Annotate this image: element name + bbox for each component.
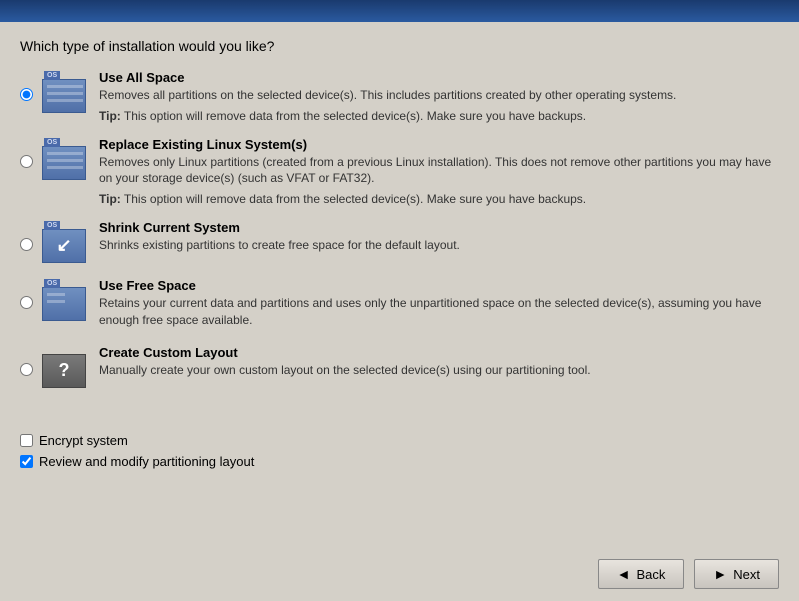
review-layout-label: Review and modify partitioning layout (39, 454, 254, 469)
radio-use-all-space[interactable] (20, 88, 33, 101)
next-label: Next (733, 567, 760, 582)
back-label: Back (637, 567, 666, 582)
option-title-shrink-current: Shrink Current System (99, 220, 779, 235)
review-layout-checkbox[interactable] (20, 455, 33, 468)
option-text-shrink-current: Shrink Current System Shrinks existing p… (99, 220, 779, 258)
radio-use-free-space[interactable] (20, 296, 33, 309)
top-bar (0, 0, 799, 22)
next-button[interactable]: ► Next (694, 559, 779, 589)
icon-use-all-space: OS (41, 70, 87, 116)
option-text-use-free-space: Use Free Space Retains your current data… (99, 278, 779, 333)
option-desc-create-custom: Manually create your own custom layout o… (99, 362, 779, 379)
option-use-all-space[interactable]: OS Use All Space Removes all partitions … (20, 70, 779, 125)
back-button[interactable]: ◄ Back (598, 559, 685, 589)
main-content: Which type of installation would you lik… (0, 22, 799, 413)
option-use-free-space[interactable]: OS Use Free Space Retains your current d… (20, 278, 779, 333)
option-title-use-all-space: Use All Space (99, 70, 779, 85)
icon-replace-existing: OS (41, 137, 87, 183)
encrypt-system-row[interactable]: Encrypt system (20, 433, 779, 448)
footer-buttons: ◄ Back ► Next (598, 559, 779, 589)
radio-replace-existing[interactable] (20, 155, 33, 168)
back-icon: ◄ (617, 566, 631, 582)
option-title-create-custom: Create Custom Layout (99, 345, 779, 360)
option-text-use-all-space: Use All Space Removes all partitions on … (99, 70, 779, 125)
option-replace-existing[interactable]: OS Replace Existing Linux System(s) Remo… (20, 137, 779, 208)
option-desc-replace-existing: Removes only Linux partitions (created f… (99, 154, 779, 188)
option-desc-use-all-space: Removes all partitions on the selected d… (99, 87, 779, 104)
icon-shrink-current: OS ↙ (41, 220, 87, 266)
option-desc-use-free-space: Retains your current data and partitions… (99, 295, 779, 329)
question: Which type of installation would you lik… (20, 38, 779, 54)
option-shrink-current[interactable]: OS ↙ Shrink Current System Shrinks exist… (20, 220, 779, 266)
checkboxes-section: Encrypt system Review and modify partiti… (0, 423, 799, 485)
option-title-use-free-space: Use Free Space (99, 278, 779, 293)
option-title-replace-existing: Replace Existing Linux System(s) (99, 137, 779, 152)
radio-shrink-current[interactable] (20, 238, 33, 251)
encrypt-system-label: Encrypt system (39, 433, 128, 448)
review-layout-row[interactable]: Review and modify partitioning layout (20, 454, 779, 469)
next-icon: ► (713, 566, 727, 582)
option-text-replace-existing: Replace Existing Linux System(s) Removes… (99, 137, 779, 208)
encrypt-system-checkbox[interactable] (20, 434, 33, 447)
option-tip-use-all-space: Tip: This option will remove data from t… (99, 108, 779, 125)
radio-create-custom[interactable] (20, 363, 33, 376)
option-tip-replace-existing: Tip: This option will remove data from t… (99, 191, 779, 208)
option-desc-shrink-current: Shrinks existing partitions to create fr… (99, 237, 779, 254)
option-create-custom[interactable]: ? Create Custom Layout Manually create y… (20, 345, 779, 391)
icon-create-custom: ? (41, 345, 87, 391)
option-text-create-custom: Create Custom Layout Manually create you… (99, 345, 779, 383)
icon-use-free-space: OS (41, 278, 87, 324)
